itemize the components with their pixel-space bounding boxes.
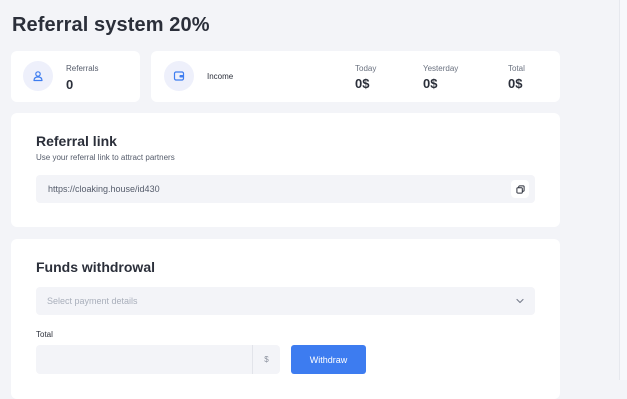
referral-link-url[interactable]: https://cloaking.house/id430 xyxy=(48,184,160,194)
referral-link-title: Referral link xyxy=(36,133,117,149)
payment-details-select[interactable]: Select payment details xyxy=(36,287,535,315)
page-title: Referral system 20% xyxy=(12,14,210,36)
wallet-icon xyxy=(164,61,194,91)
user-icon xyxy=(23,61,53,91)
chevron-down-icon xyxy=(516,298,524,304)
referral-link-description: Use your referral link to attract partne… xyxy=(36,153,175,162)
referral-link-field[interactable]: https://cloaking.house/id430 xyxy=(36,175,535,203)
referrals-label: Referrals xyxy=(66,64,99,73)
copy-link-button[interactable] xyxy=(511,180,529,198)
referrals-stat-card: Referrals 0 xyxy=(11,51,140,102)
yesterday-label: Yesterday xyxy=(423,64,459,73)
yesterday-income-value: 0$ xyxy=(423,76,438,91)
currency-symbol: $ xyxy=(252,345,280,374)
referrals-count: 0 xyxy=(66,77,74,92)
total-amount-label: Total xyxy=(36,330,53,339)
total-income-value: 0$ xyxy=(508,76,523,91)
total-label: Total xyxy=(508,64,525,73)
withdrawal-title: Funds withdrowal xyxy=(36,259,155,275)
withdraw-button[interactable]: Withdraw xyxy=(291,345,366,374)
payment-details-placeholder: Select payment details xyxy=(47,296,138,306)
withdraw-amount-input[interactable]: $ xyxy=(36,345,280,374)
today-label: Today xyxy=(355,64,377,73)
funds-withdrawal-card: Funds withdrowal Select payment details … xyxy=(11,239,560,399)
copy-icon xyxy=(515,184,525,194)
income-stat-card: Income Today 0$ Yesterday 0$ Total 0$ xyxy=(151,51,560,102)
window-edge xyxy=(619,0,627,380)
today-income-value: 0$ xyxy=(355,76,370,91)
referral-link-card: Referral link Use your referral link to … xyxy=(11,113,560,227)
income-label: Income xyxy=(207,72,234,81)
